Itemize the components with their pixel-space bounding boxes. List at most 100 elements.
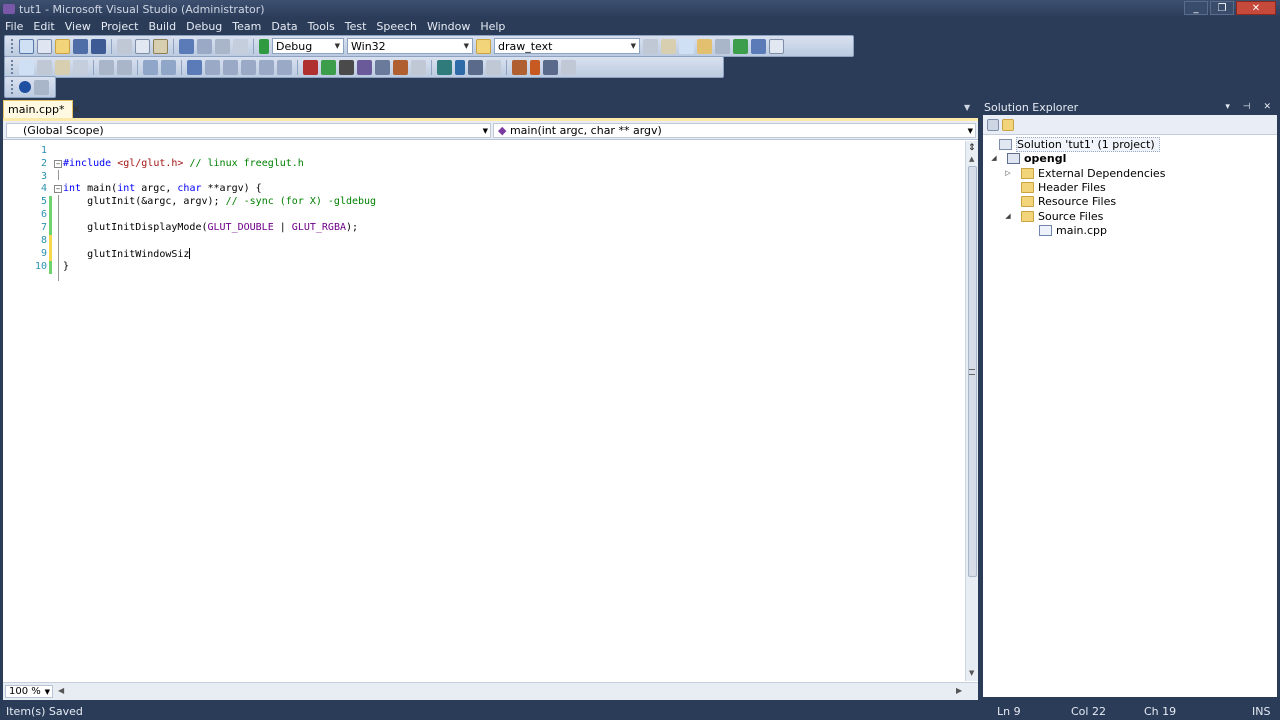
call-hierarchy-icon[interactable] bbox=[375, 59, 390, 75]
close-button[interactable]: ✕ bbox=[1236, 1, 1276, 15]
play-macro-icon[interactable] bbox=[530, 59, 540, 75]
find-in-files-icon[interactable] bbox=[476, 38, 491, 54]
tab-list-dropdown-icon[interactable]: ▼ bbox=[964, 103, 970, 112]
pause-icon[interactable] bbox=[543, 59, 558, 75]
configuration-select[interactable]: Debug ▼ bbox=[272, 38, 344, 54]
menu-view[interactable]: View bbox=[60, 20, 96, 33]
collapse-arrow-icon[interactable]: ◢ bbox=[989, 154, 999, 162]
code-text-area[interactable]: 1 2 − #include <gl/glut.h> // linux free… bbox=[3, 141, 965, 681]
start-page-icon[interactable] bbox=[751, 38, 766, 54]
new-project-icon[interactable] bbox=[19, 38, 34, 54]
indent-icon[interactable] bbox=[117, 59, 132, 75]
toolbar-grip[interactable] bbox=[11, 60, 14, 74]
scroll-left-icon[interactable]: ◀ bbox=[58, 686, 64, 695]
properties-icon[interactable] bbox=[987, 118, 999, 131]
class-view-icon[interactable] bbox=[357, 59, 372, 75]
uncomment-lines-icon[interactable] bbox=[161, 59, 176, 75]
record-icon[interactable] bbox=[303, 59, 318, 75]
run-icon[interactable] bbox=[455, 59, 465, 75]
copy-icon[interactable] bbox=[135, 38, 150, 54]
scope-dropdown[interactable]: (Global Scope) ▼ bbox=[6, 123, 491, 138]
tree-item-source-files[interactable]: ◢ Source Files bbox=[1003, 209, 1103, 223]
minimize-button[interactable]: _ bbox=[1184, 1, 1208, 15]
tab-main-cpp[interactable]: main.cpp* ✕ bbox=[3, 100, 81, 118]
output-window-icon[interactable] bbox=[393, 59, 408, 75]
menu-help[interactable]: Help bbox=[475, 20, 510, 33]
scroll-up-icon[interactable]: ▲ bbox=[969, 155, 974, 163]
info-icon[interactable] bbox=[19, 81, 31, 93]
quick-info-icon[interactable] bbox=[55, 59, 70, 75]
toolbar-grip[interactable] bbox=[11, 80, 14, 94]
customize-icon[interactable] bbox=[561, 59, 576, 75]
tree-item-main-cpp[interactable]: main.cpp bbox=[1029, 223, 1107, 237]
clear-bookmarks-icon[interactable] bbox=[277, 59, 292, 75]
tools-icon[interactable] bbox=[715, 38, 730, 54]
tree-item-project[interactable]: ◢ opengl bbox=[989, 151, 1066, 165]
tree-item-external-dependencies[interactable]: ▷ External Dependencies bbox=[1003, 166, 1165, 180]
next-bookmark-folder-icon[interactable] bbox=[259, 59, 274, 75]
menu-edit[interactable]: Edit bbox=[28, 20, 59, 33]
platform-select[interactable]: Win32 ▼ bbox=[347, 38, 473, 54]
menu-test[interactable]: Test bbox=[340, 20, 372, 33]
panel-controls[interactable]: ▾ ⊣ ✕ bbox=[1225, 100, 1276, 115]
close-tab-icon[interactable]: ✕ bbox=[72, 103, 81, 116]
tree-item-resource-files[interactable]: Resource Files bbox=[1003, 194, 1116, 208]
next-bookmark-icon[interactable] bbox=[223, 59, 238, 75]
scroll-down-icon[interactable]: ▼ bbox=[969, 669, 974, 677]
menu-debug[interactable]: Debug bbox=[181, 20, 227, 33]
solution-explorer-icon[interactable] bbox=[643, 38, 658, 54]
navigate-backward-icon[interactable] bbox=[215, 38, 230, 54]
menu-data[interactable]: Data bbox=[266, 20, 302, 33]
scroll-right-icon[interactable]: ▶ bbox=[956, 686, 962, 695]
build-icon[interactable] bbox=[321, 59, 336, 75]
previous-bookmark-folder-icon[interactable] bbox=[241, 59, 256, 75]
save-icon[interactable] bbox=[73, 38, 88, 54]
tree-item-solution[interactable]: Solution 'tut1' (1 project) bbox=[989, 136, 1160, 152]
paste-icon[interactable] bbox=[153, 38, 168, 54]
complete-word-icon[interactable] bbox=[73, 59, 88, 75]
zoom-dropdown[interactable]: 100 % ▼ bbox=[5, 685, 53, 698]
menu-tools[interactable]: Tools bbox=[303, 20, 340, 33]
toolbox-icon[interactable] bbox=[697, 38, 712, 54]
collapse-icon[interactable]: − bbox=[54, 185, 62, 193]
diagram-icon[interactable] bbox=[437, 59, 452, 75]
menu-speech[interactable]: Speech bbox=[371, 20, 422, 33]
add-item-icon[interactable] bbox=[37, 38, 52, 54]
redo-icon[interactable] bbox=[197, 38, 212, 54]
expand-arrow-icon[interactable]: ▷ bbox=[1003, 169, 1013, 177]
window-layout-icon[interactable] bbox=[769, 38, 784, 54]
options-icon[interactable] bbox=[486, 59, 501, 75]
comment-lines-icon[interactable] bbox=[143, 59, 158, 75]
toggle-bookmark-icon[interactable] bbox=[187, 59, 202, 75]
outdent-icon[interactable] bbox=[99, 59, 114, 75]
script-icon[interactable] bbox=[512, 59, 527, 75]
save-all-icon[interactable] bbox=[91, 38, 106, 54]
toolbar-grip[interactable] bbox=[11, 39, 14, 53]
settings-icon[interactable] bbox=[411, 59, 426, 75]
object-browser-icon[interactable] bbox=[679, 38, 694, 54]
parameter-info-icon[interactable] bbox=[37, 59, 52, 75]
show-all-files-icon[interactable] bbox=[1002, 118, 1014, 131]
terminal-icon[interactable] bbox=[339, 59, 354, 75]
tree-item-header-files[interactable]: Header Files bbox=[1003, 180, 1106, 194]
navigate-forward-icon[interactable] bbox=[233, 38, 248, 54]
menu-build[interactable]: Build bbox=[143, 20, 181, 33]
menu-team[interactable]: Team bbox=[227, 20, 266, 33]
extension-manager-icon[interactable] bbox=[733, 38, 748, 54]
collapse-arrow-icon[interactable]: ◢ bbox=[1003, 212, 1013, 220]
find-box[interactable]: draw_text ▼ bbox=[494, 38, 640, 54]
properties-icon[interactable] bbox=[661, 38, 676, 54]
member-list-icon[interactable] bbox=[19, 59, 34, 75]
restore-button[interactable]: ❐ bbox=[1210, 1, 1234, 15]
menu-window[interactable]: Window bbox=[422, 20, 475, 33]
start-debugging-icon[interactable] bbox=[259, 38, 269, 54]
collapse-icon[interactable]: − bbox=[54, 160, 62, 168]
cut-icon[interactable] bbox=[117, 38, 132, 54]
menu-project[interactable]: Project bbox=[96, 20, 144, 33]
previous-bookmark-icon[interactable] bbox=[205, 59, 220, 75]
analyze-icon[interactable] bbox=[34, 79, 49, 95]
vertical-scrollbar[interactable]: ⇕ ▲ ▼ bbox=[965, 141, 978, 681]
menu-file[interactable]: File bbox=[0, 20, 28, 33]
step-icon[interactable] bbox=[468, 59, 483, 75]
undo-icon[interactable] bbox=[179, 38, 194, 54]
